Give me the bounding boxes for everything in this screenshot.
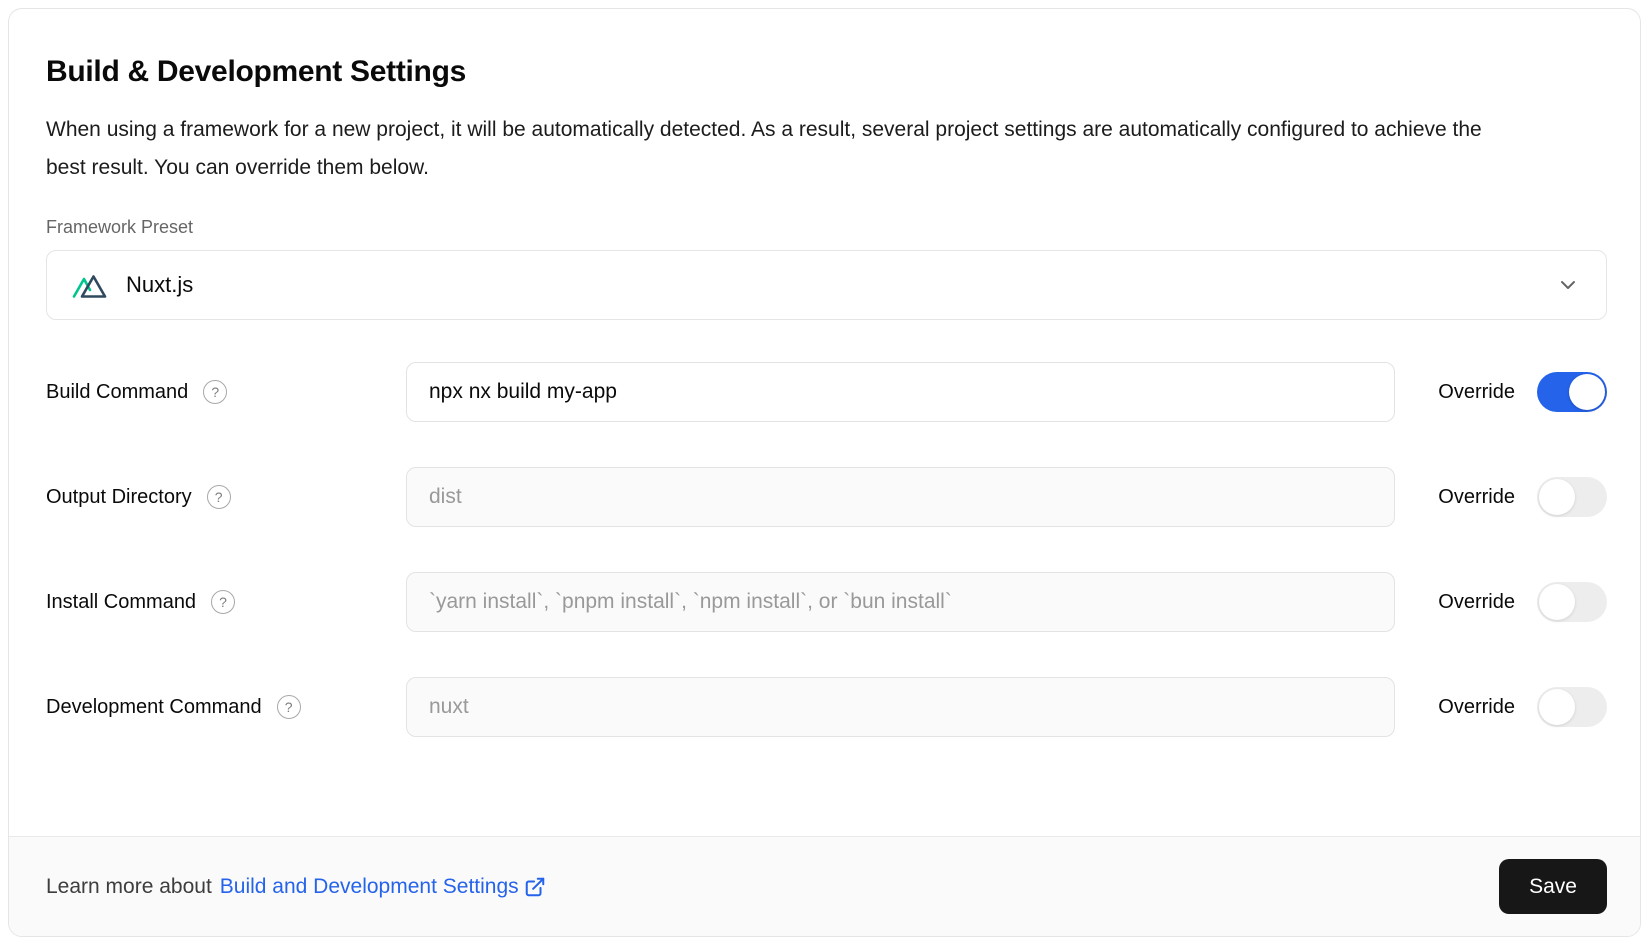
install-command-label: Install Command xyxy=(46,591,196,614)
toggle-knob xyxy=(1539,479,1575,515)
help-icon[interactable]: ? xyxy=(211,590,235,614)
override-label: Override xyxy=(1438,381,1515,404)
learn-more-prefix: Learn more about xyxy=(46,875,212,899)
build-command-label: Build Command xyxy=(46,381,188,404)
save-button[interactable]: Save xyxy=(1499,859,1607,914)
help-icon[interactable]: ? xyxy=(203,380,227,404)
toggle-knob xyxy=(1539,689,1575,725)
help-glyph: ? xyxy=(215,490,223,504)
output-directory-row: Output Directory ? Override xyxy=(46,467,1607,527)
card-footer: Learn more about Build and Development S… xyxy=(9,836,1640,936)
description-text: When using a framework for a new project… xyxy=(46,111,1526,187)
output-directory-override-toggle[interactable] xyxy=(1537,477,1607,517)
learn-more-link-label: Build and Development Settings xyxy=(220,875,519,899)
override-label: Override xyxy=(1438,486,1515,509)
development-command-override-toggle[interactable] xyxy=(1537,687,1607,727)
external-link-icon xyxy=(524,876,546,898)
override-label: Override xyxy=(1438,591,1515,614)
development-command-label: Development Command xyxy=(46,696,262,719)
install-command-override: Override xyxy=(1438,582,1607,622)
build-command-override-toggle[interactable] xyxy=(1537,372,1607,412)
output-directory-label-col: Output Directory ? xyxy=(46,485,406,509)
card-body: Build & Development Settings When using … xyxy=(9,9,1640,782)
output-directory-input xyxy=(406,467,1395,527)
framework-preset-select[interactable]: Nuxt.js xyxy=(46,250,1607,320)
install-command-label-col: Install Command ? xyxy=(46,590,406,614)
framework-preset-value: Nuxt.js xyxy=(126,272,193,298)
build-command-label-col: Build Command ? xyxy=(46,380,406,404)
framework-preset-label: Framework Preset xyxy=(46,217,1607,238)
output-directory-override: Override xyxy=(1438,477,1607,517)
development-command-label-col: Development Command ? xyxy=(46,695,406,719)
output-directory-label: Output Directory xyxy=(46,486,192,509)
build-settings-card: Build & Development Settings When using … xyxy=(8,8,1641,937)
development-command-input xyxy=(406,677,1395,737)
nuxt-logo-icon xyxy=(71,271,111,299)
learn-more-text: Learn more about Build and Development S… xyxy=(46,875,546,899)
install-command-override-toggle[interactable] xyxy=(1537,582,1607,622)
build-command-override: Override xyxy=(1438,372,1607,412)
chevron-down-icon xyxy=(1556,273,1580,297)
help-glyph: ? xyxy=(211,385,219,399)
toggle-knob xyxy=(1569,374,1605,410)
build-command-row: Build Command ? Override xyxy=(46,362,1607,422)
help-icon[interactable]: ? xyxy=(207,485,231,509)
development-command-override: Override xyxy=(1438,687,1607,727)
help-glyph: ? xyxy=(285,700,293,714)
learn-more-link[interactable]: Build and Development Settings xyxy=(220,875,546,899)
help-glyph: ? xyxy=(219,595,227,609)
toggle-knob xyxy=(1539,584,1575,620)
page-title: Build & Development Settings xyxy=(46,55,1607,89)
install-command-input xyxy=(406,572,1395,632)
install-command-row: Install Command ? Override xyxy=(46,572,1607,632)
override-label: Override xyxy=(1438,696,1515,719)
build-command-input[interactable] xyxy=(406,362,1395,422)
development-command-row: Development Command ? Override xyxy=(46,677,1607,737)
help-icon[interactable]: ? xyxy=(277,695,301,719)
settings-rows: Build Command ? Override Output Director… xyxy=(46,362,1607,737)
